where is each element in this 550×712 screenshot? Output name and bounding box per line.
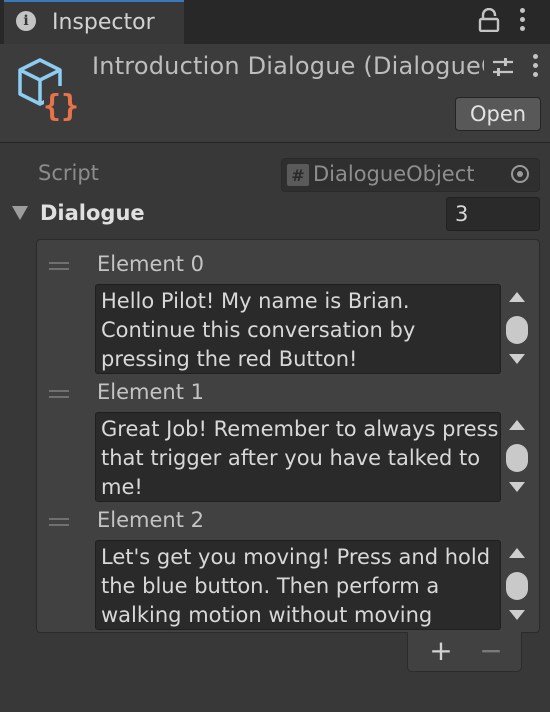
lock-icon[interactable] <box>478 8 500 32</box>
script-field[interactable]: # DialogueObject <box>281 158 540 192</box>
scroll-up-icon[interactable] <box>509 420 525 430</box>
list-element: Element 1 Great Job! Remember to always … <box>37 368 539 502</box>
dialogue-list: Element 0 Hello Pilot! My name is Brian.… <box>36 239 540 633</box>
text-scrollbar[interactable] <box>505 420 529 496</box>
scroll-up-icon[interactable] <box>509 292 525 302</box>
object-menu-icon[interactable] <box>530 54 540 80</box>
element-label: Element 1 <box>97 380 204 404</box>
svg-text:{}: {} <box>43 89 79 122</box>
drag-handle-icon[interactable] <box>49 390 69 398</box>
element-text-area[interactable]: Hello Pilot! My name is Brian. Continue … <box>95 284 501 374</box>
scroll-up-icon[interactable] <box>509 548 525 558</box>
object-picker-icon[interactable] <box>511 165 529 183</box>
script-label: Script <box>38 161 99 185</box>
object-header: {} Introduction Dialogue (DialogueObject… <box>0 44 550 143</box>
element-label: Element 0 <box>97 252 204 276</box>
foldout-arrow-icon[interactable] <box>12 206 28 220</box>
settings-sliders-icon[interactable] <box>492 56 514 78</box>
drag-handle-icon[interactable] <box>49 518 69 526</box>
scroll-thumb[interactable] <box>506 444 528 472</box>
list-element: Element 0 Hello Pilot! My name is Brian.… <box>37 240 539 374</box>
add-element-button[interactable]: + <box>426 634 456 668</box>
list-footer: + − <box>407 632 522 672</box>
dialogue-label[interactable]: Dialogue <box>40 201 145 225</box>
element-label: Element 2 <box>97 508 204 532</box>
drag-handle-icon[interactable] <box>49 262 69 270</box>
tab-title: Inspector <box>52 10 155 35</box>
element-text-area[interactable]: Let's get you moving! Press and hold the… <box>95 540 501 630</box>
info-icon: i <box>16 11 36 31</box>
more-options-icon[interactable] <box>514 8 530 34</box>
tab-inspector[interactable]: i Inspector <box>4 0 184 44</box>
text-scrollbar[interactable] <box>505 292 529 368</box>
scroll-thumb[interactable] <box>506 572 528 600</box>
script-value: DialogueObject <box>313 162 475 186</box>
object-title: Introduction Dialogue (DialogueObject) <box>92 52 484 80</box>
tab-bar: i Inspector <box>0 0 550 44</box>
remove-element-button[interactable]: − <box>476 634 506 668</box>
scroll-down-icon[interactable] <box>509 482 525 492</box>
element-text-area[interactable]: Great Job! Remember to always press that… <box>95 412 501 502</box>
open-button[interactable]: Open <box>455 97 541 131</box>
scroll-down-icon[interactable] <box>509 354 525 364</box>
list-element: Element 2 Let's get you moving! Press an… <box>37 496 539 630</box>
dialogue-size-field[interactable]: 3 <box>446 197 540 231</box>
scroll-down-icon[interactable] <box>509 610 525 620</box>
text-scrollbar[interactable] <box>505 548 529 624</box>
script-type-icon: # <box>287 164 309 186</box>
scroll-thumb[interactable] <box>506 316 528 344</box>
scriptable-object-icon: {} <box>18 58 79 122</box>
